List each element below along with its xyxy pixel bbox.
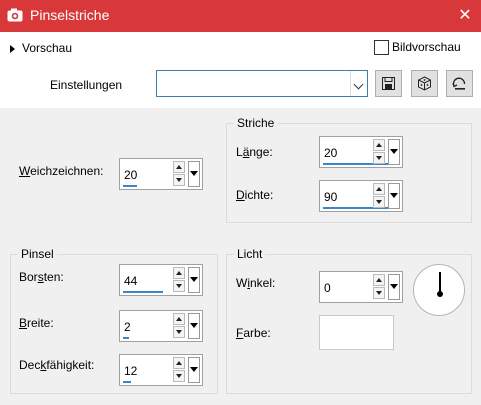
weichzeichnen-spinbox[interactable]: 20: [119, 158, 203, 190]
spin-down-button[interactable]: [173, 326, 185, 338]
camera-icon: [7, 8, 23, 22]
dice-icon: [418, 76, 431, 91]
dial-center-dot: [437, 291, 443, 297]
deckfaehigkeit-spinbox[interactable]: 12: [119, 354, 203, 386]
laenge-value[interactable]: 20: [324, 146, 337, 160]
reset-button[interactable]: [446, 70, 473, 97]
value-slider-bar: [123, 185, 137, 187]
settings-label: Einstellungen: [50, 78, 123, 92]
dichte-spinbox[interactable]: 90: [319, 180, 403, 212]
weichzeichnen-label: Weichzeichnen:: [19, 164, 104, 178]
spin-down-button[interactable]: [173, 370, 185, 382]
color-swatch[interactable]: [319, 315, 394, 350]
save-icon: [382, 77, 395, 90]
pinsel-title: Pinsel: [18, 247, 57, 261]
chevron-down-icon[interactable]: [350, 71, 367, 96]
farbe-label: Farbe:: [236, 326, 271, 340]
bildvorschau-label: Bildvorschau: [392, 40, 461, 54]
weichzeichnen-value[interactable]: 20: [124, 168, 137, 182]
licht-title: Licht: [234, 247, 266, 261]
spin-up-button[interactable]: [173, 357, 185, 369]
borsten-value[interactable]: 44: [124, 274, 137, 288]
borsten-spinbox[interactable]: 44: [119, 264, 203, 296]
checkbox-box[interactable]: [374, 40, 389, 56]
angle-dial[interactable]: [413, 264, 465, 316]
breite-value[interactable]: 2: [124, 320, 131, 334]
spin-up-button[interactable]: [173, 161, 185, 173]
breite-label: Breite:: [19, 316, 54, 330]
dropdown-button[interactable]: [188, 267, 200, 293]
triangle-right-icon: [10, 44, 15, 53]
dropdown-button[interactable]: [388, 274, 400, 300]
winkel-value[interactable]: 0: [324, 281, 331, 295]
window-title: Pinselstriche: [30, 7, 110, 23]
value-slider-bar: [123, 381, 131, 383]
breite-spinbox[interactable]: 2: [119, 310, 203, 342]
winkel-spinbox[interactable]: 0: [319, 271, 403, 303]
winkel-label: Winkel:: [236, 276, 276, 290]
preview-expander[interactable]: Vorschau: [10, 41, 72, 55]
dichte-label: Dichte:: [236, 188, 274, 202]
spin-up-button[interactable]: [373, 139, 385, 151]
deckfaehigkeit-label: Deckfähigkeit:: [19, 358, 95, 372]
save-preset-button[interactable]: [375, 70, 402, 97]
preview-label: Vorschau: [22, 41, 73, 55]
spin-down-button[interactable]: [373, 287, 385, 299]
spin-up-button[interactable]: [173, 267, 185, 279]
random-button[interactable]: [411, 70, 438, 97]
laenge-label: Länge:: [236, 145, 273, 159]
dropdown-button[interactable]: [188, 161, 200, 187]
title-bar: Pinselstriche ✕: [0, 0, 481, 32]
borsten-label: Borsten:: [19, 270, 64, 284]
dropdown-button[interactable]: [188, 313, 200, 339]
value-slider-bar: [123, 337, 129, 339]
dropdown-button[interactable]: [388, 183, 400, 209]
dropdown-button[interactable]: [388, 139, 400, 165]
close-button[interactable]: ✕: [455, 6, 475, 26]
spin-up-button[interactable]: [173, 313, 185, 325]
spin-down-button[interactable]: [373, 196, 385, 208]
spin-down-button[interactable]: [173, 280, 185, 292]
deckfaehigkeit-value[interactable]: 12: [124, 364, 137, 378]
dropdown-button[interactable]: [188, 357, 200, 383]
spin-down-button[interactable]: [373, 152, 385, 164]
spin-down-button[interactable]: [173, 174, 185, 186]
dichte-value[interactable]: 90: [324, 190, 337, 204]
laenge-spinbox[interactable]: 20: [319, 136, 403, 168]
settings-combobox[interactable]: [156, 70, 368, 97]
spin-up-button[interactable]: [373, 274, 385, 286]
spin-up-button[interactable]: [373, 183, 385, 195]
reset-icon: [452, 77, 466, 90]
value-slider-bar: [123, 291, 163, 293]
bildvorschau-checkbox[interactable]: Bildvorschau: [374, 40, 461, 56]
striche-title: Striche: [234, 116, 278, 130]
